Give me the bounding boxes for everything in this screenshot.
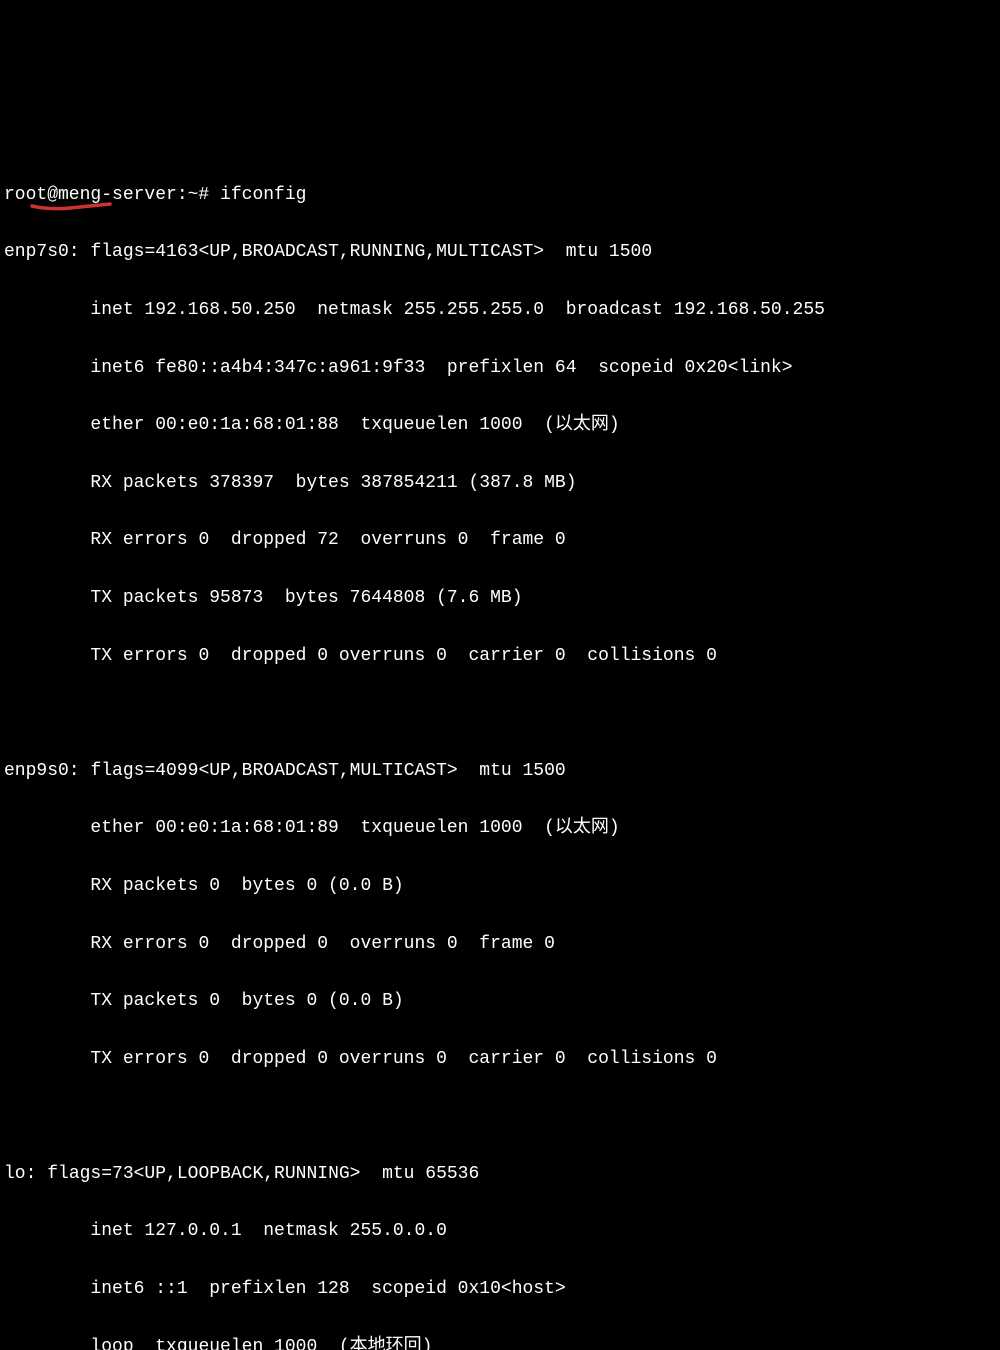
- rx-packets-line: RX packets 378397 bytes 387854211 (387.8…: [4, 469, 996, 498]
- blank-line: [4, 1102, 996, 1131]
- interface-header: lo: flags=73<UP,LOOPBACK,RUNNING> mtu 65…: [4, 1160, 996, 1189]
- terminal-output: root@meng-server:~# ifconfig enp7s0: fla…: [4, 123, 996, 1350]
- inet6-line: inet6 ::1 prefixlen 128 scopeid 0x10<hos…: [4, 1275, 996, 1304]
- red-underline-annotation: [8, 167, 90, 179]
- blank-line: [4, 699, 996, 728]
- rx-packets-line: RX packets 0 bytes 0 (0.0 B): [4, 872, 996, 901]
- ether-line: ether 00:e0:1a:68:01:88 txqueuelen 1000 …: [4, 411, 996, 440]
- inet6-line: inet6 fe80::a4b4:347c:a961:9f33 prefixle…: [4, 354, 996, 383]
- ether-line: ether 00:e0:1a:68:01:89 txqueuelen 1000 …: [4, 814, 996, 843]
- interface-header: enp9s0: flags=4099<UP,BROADCAST,MULTICAS…: [4, 757, 996, 786]
- tx-errors-line: TX errors 0 dropped 0 overruns 0 carrier…: [4, 642, 996, 671]
- interface-name: lo:: [4, 1164, 36, 1184]
- interface-header: enp7s0: flags=4163<UP,BROADCAST,RUNNING,…: [4, 238, 996, 267]
- interface-flags: flags=4099<UP,BROADCAST,MULTICAST> mtu 1…: [90, 761, 565, 781]
- interface-name: enp7s0:: [4, 242, 80, 262]
- interface-flags: flags=73<UP,LOOPBACK,RUNNING> mtu 65536: [47, 1164, 479, 1184]
- command-prompt[interactable]: root@meng-server:~# ifconfig: [4, 181, 996, 210]
- tx-errors-line: TX errors 0 dropped 0 overruns 0 carrier…: [4, 1045, 996, 1074]
- tx-packets-line: TX packets 0 bytes 0 (0.0 B): [4, 987, 996, 1016]
- interface-flags: flags=4163<UP,BROADCAST,RUNNING,MULTICAS…: [90, 242, 652, 262]
- loop-line: loop txqueuelen 1000 (本地环回): [4, 1333, 996, 1350]
- rx-errors-line: RX errors 0 dropped 0 overruns 0 frame 0: [4, 930, 996, 959]
- inet-line: inet 192.168.50.250 netmask 255.255.255.…: [4, 296, 996, 325]
- inet-line: inet 127.0.0.1 netmask 255.0.0.0: [4, 1217, 996, 1246]
- interface-name: enp9s0:: [4, 761, 80, 781]
- rx-errors-line: RX errors 0 dropped 72 overruns 0 frame …: [4, 526, 996, 555]
- tx-packets-line: TX packets 95873 bytes 7644808 (7.6 MB): [4, 584, 996, 613]
